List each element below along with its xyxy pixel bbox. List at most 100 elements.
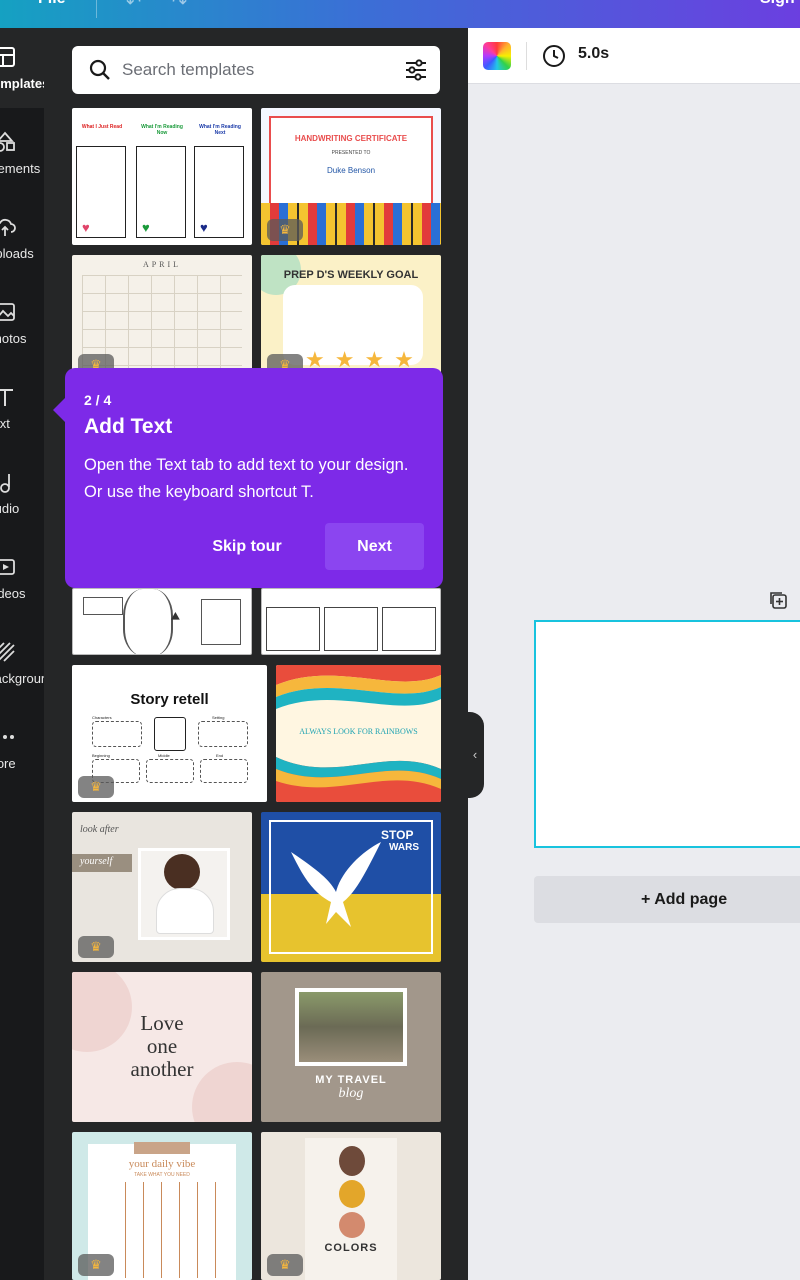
premium-crown-icon: ♛ — [78, 1254, 114, 1276]
next-button[interactable]: Next — [325, 523, 424, 570]
template-text: look after — [80, 824, 119, 835]
template-card[interactable]: look after yourself ♛ — [72, 812, 252, 962]
rail-item-label: Uploads — [0, 246, 34, 261]
template-text: Characters — [92, 715, 112, 720]
template-text: Love — [140, 1011, 184, 1035]
redo-icon[interactable]: ↷ — [172, 0, 187, 13]
template-text: What I Just Read — [81, 124, 123, 130]
design-page-canvas[interactable] — [534, 620, 800, 848]
rail-item-templates[interactable]: Templates — [0, 28, 49, 108]
rail-item-label: Text — [0, 416, 10, 431]
rail-item-audio[interactable]: Audio — [0, 453, 44, 533]
duration-value[interactable]: 5.0s — [578, 45, 609, 63]
template-text: MY TRAVEL — [315, 1074, 387, 1086]
shapes-icon — [0, 131, 15, 152]
rail-item-label: Templates — [0, 76, 50, 91]
rail-item-photos[interactable]: Photos — [0, 283, 44, 363]
rail-item-label: Videos — [0, 586, 26, 601]
video-icon — [0, 559, 15, 575]
template-card[interactable]: PREP D'S WEEKLY GOAL ★★★★ ♛ — [261, 255, 441, 380]
tooltip-title: Add Text — [84, 415, 173, 438]
template-card[interactable]: ALWAYS LOOK FOR RAINBOWS — [276, 665, 441, 802]
tour-step-counter: 2 / 4 — [84, 392, 112, 408]
template-text: COLORS — [324, 1242, 378, 1254]
undo-icon[interactable]: ↶ — [126, 0, 141, 13]
rail-item-label: Photos — [0, 331, 27, 346]
search-input[interactable] — [122, 54, 392, 86]
divider — [526, 42, 527, 70]
chevron-left-icon: ‹ — [472, 747, 478, 762]
editor-toolbar: 5.0s — [468, 28, 800, 84]
rail-item-elements[interactable]: Elements — [0, 113, 44, 193]
template-card[interactable]: ⯅ — [72, 588, 252, 655]
file-menu-button[interactable]: File — [38, 0, 66, 8]
tooltip-arrow — [53, 398, 65, 422]
template-text: another — [130, 1057, 194, 1081]
premium-crown-icon: ♛ — [267, 1254, 303, 1276]
template-text: one — [146, 1034, 178, 1058]
rail-item-more[interactable]: More — [0, 708, 44, 788]
stripes-icon — [0, 642, 15, 662]
rail-item-label: Audio — [0, 501, 20, 516]
template-text: TAKE WHAT YOU NEED — [134, 1172, 190, 1178]
search-box — [72, 46, 440, 94]
template-card[interactable]: HANDWRITING CERTIFICATE PRESENTED TO Duk… — [261, 108, 441, 245]
text-icon — [0, 389, 13, 406]
template-text: PRESENTED TO — [331, 150, 371, 156]
template-text: blog — [338, 1086, 364, 1101]
template-text: WARS — [389, 842, 419, 853]
music-note-icon — [0, 474, 10, 493]
template-card[interactable]: APRIL ♛ — [72, 255, 252, 380]
layout-icon — [0, 47, 15, 67]
templates-panel: What I Just Read What I'm Reading Now Wh… — [44, 28, 468, 1280]
template-text: HANDWRITING CERTIFICATE — [294, 134, 408, 143]
rail-item-background[interactable]: Background — [0, 623, 55, 703]
template-text: PREP D'S WEEKLY GOAL — [283, 269, 419, 281]
premium-crown-icon: ♛ — [78, 936, 114, 958]
premium-crown-icon: ♛ — [267, 219, 303, 241]
template-text: Middle — [158, 753, 170, 758]
template-card[interactable]: What I Just Read What I'm Reading Now Wh… — [72, 108, 252, 245]
template-text: ALWAYS LOOK FOR RAINBOWS — [299, 727, 418, 736]
template-text: Story retell — [130, 691, 209, 708]
skip-tour-button[interactable]: Skip tour — [197, 523, 297, 570]
image-icon — [0, 303, 15, 321]
template-card[interactable] — [261, 588, 441, 655]
rail-item-videos[interactable]: Videos — [0, 538, 44, 618]
template-card[interactable]: STOP WARS — [261, 812, 441, 962]
rail-item-uploads[interactable]: Uploads — [0, 198, 44, 278]
premium-crown-icon: ♛ — [78, 776, 114, 798]
template-text: APRIL — [142, 260, 182, 269]
template-text: What I'm Reading Next — [199, 124, 241, 136]
template-text: Beginning — [92, 753, 110, 758]
template-text: Duke Benson — [326, 166, 376, 175]
template-card[interactable]: your daily vibe TAKE WHAT YOU NEED ♛ — [72, 1132, 252, 1280]
collapse-panel-handle[interactable]: ‹ — [466, 712, 484, 798]
add-page-button[interactable]: + Add page — [534, 876, 800, 923]
divider — [96, 0, 97, 18]
filter-icon[interactable] — [404, 58, 428, 82]
template-card[interactable]: Love one another — [72, 972, 252, 1122]
sign-in-button[interactable]: Sign in — [760, 0, 800, 8]
onboarding-tooltip: 2 / 4 Add Text Open the Text tab to add … — [53, 368, 443, 588]
template-text: yourself — [80, 856, 113, 867]
top-bar: File ↶ ↷ Sign in — [0, 0, 800, 28]
rail-item-text[interactable]: Text — [0, 368, 44, 448]
more-dots-icon — [3, 735, 14, 739]
rail-item-label: More — [0, 756, 16, 771]
cloud-upload-icon — [0, 218, 16, 236]
template-card[interactable]: COLORS ♛ — [261, 1132, 441, 1280]
template-text: End — [216, 753, 224, 758]
duplicate-page-icon[interactable] — [767, 589, 789, 611]
clock-icon[interactable] — [542, 44, 566, 68]
template-card[interactable]: Story retell Characters Setting Beginnin… — [72, 665, 267, 802]
template-text: Setting — [212, 715, 225, 720]
template-text: What I'm Reading Now — [141, 124, 183, 136]
color-picker-icon[interactable] — [483, 42, 511, 70]
rail-item-label: Elements — [0, 161, 41, 176]
search-icon — [89, 59, 110, 80]
template-card[interactable]: MY TRAVEL blog — [261, 972, 441, 1122]
template-text: your daily vibe — [128, 1158, 196, 1170]
dove-graphic — [291, 842, 381, 927]
tooltip-body: Open the Text tab to add text to your de… — [84, 456, 409, 501]
